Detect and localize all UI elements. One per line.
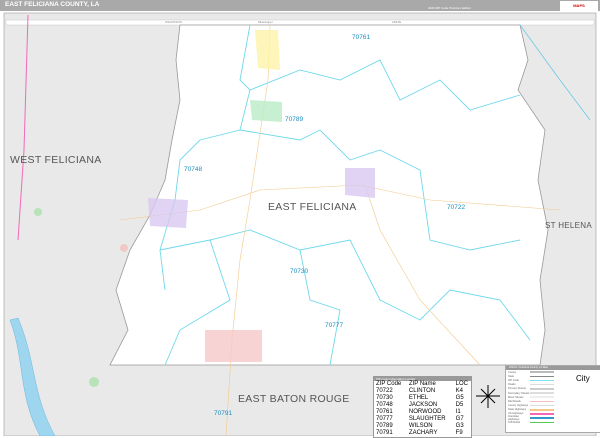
legend-line-swatch: [530, 417, 554, 419]
zip-label: 70722: [447, 204, 466, 211]
legend-item-label: Roads: [508, 383, 516, 387]
legend-line-swatch: [530, 375, 554, 378]
header-cell: LOC: [455, 381, 468, 387]
adjacent-county-amite: AMITE: [392, 20, 402, 24]
zip-label: 70730: [290, 268, 309, 275]
table-row: 70748 JACKSON D5: [374, 402, 471, 409]
legend-line-swatch: [530, 400, 554, 403]
legend-line-swatch: [530, 392, 554, 394]
legend-city-sample: City: [576, 374, 590, 383]
name-cell: SLAUGHTER: [408, 416, 446, 422]
map-legend: 2020 E. Feliciana County, LA Map County S…: [505, 365, 600, 433]
town-wilson: [250, 100, 282, 122]
legend-item: Toll Roads: [506, 420, 600, 424]
zip-cell: 70730: [376, 395, 393, 401]
legend-line-swatch: [530, 409, 554, 411]
zip-cell: 70722: [376, 388, 393, 394]
park-area: [89, 377, 99, 387]
zip-code-table: ZIP Code Information Locator ZIP Code ZI…: [373, 376, 472, 438]
state-line-label: Mississippi: [258, 20, 273, 24]
table-row: 70722 CLINTON K4: [374, 388, 471, 395]
state-strip: [5, 19, 595, 26]
zip-cell: 70748: [376, 402, 393, 408]
zip-cell: 70761: [376, 409, 393, 415]
header-cell: ZIP Name: [408, 381, 436, 387]
zip-cell: 70789: [376, 423, 393, 429]
county-label-st-helena: ST HELENA: [545, 221, 593, 230]
zip-cell: 70777: [376, 416, 393, 422]
legend-line-swatch: [530, 371, 554, 373]
table-row: 70777 SLAUGHTER G7: [374, 416, 471, 423]
zip-label: 70748: [184, 166, 203, 173]
zip-table-header: ZIP Code ZIP Name LOC: [374, 381, 471, 388]
legend-line-swatch: [530, 383, 554, 386]
legend-line-swatch: [530, 396, 554, 398]
legend-item-label: County Highways: [508, 404, 529, 408]
legend-item-label: State: [508, 374, 515, 378]
loc-cell: I1: [455, 409, 461, 415]
table-row: 70730 ETHEL G5: [374, 395, 471, 402]
zip-label: 70789: [285, 116, 304, 123]
zip-label: 70761: [352, 34, 371, 41]
loc-cell: G5: [455, 395, 464, 401]
legend-item-label: Rail Roads: [508, 399, 521, 403]
legend-line-swatch: [530, 404, 554, 407]
park-area: [34, 208, 42, 216]
loc-cell: G3: [455, 423, 464, 429]
legend-line-swatch: [530, 421, 554, 424]
county-label-east-baton-rouge: EAST BATON ROUGE: [238, 393, 350, 405]
loc-cell: D5: [455, 402, 464, 408]
table-row: 70789 WILSON G3: [374, 423, 471, 430]
town-slaughter: [205, 330, 262, 362]
legend-line-swatch: [530, 388, 554, 390]
name-cell: JACKSON: [408, 402, 438, 408]
name-cell: WILSON: [408, 423, 433, 429]
county-label-east-feliciana: EAST FELICIANA: [268, 201, 357, 213]
legend-item-label: Primary Streets: [508, 387, 526, 391]
header-cell: ZIP Code: [376, 381, 402, 387]
zip-label: 70777: [325, 322, 344, 329]
legend-item-label: County: [508, 370, 517, 374]
legend-item-label: ZIP Code: [508, 378, 519, 382]
town-jackson: [148, 198, 188, 228]
legend-item-label: Secondary Streets: [508, 391, 530, 395]
zip-label: 70791: [214, 410, 233, 417]
legend-item-label: State Highways: [508, 408, 527, 412]
county-label-west-feliciana: WEST FELICIANA: [10, 154, 102, 166]
legend-item-label: Minor Streets: [508, 395, 524, 399]
adjacent-county-wilkinson: WILKINSON: [165, 20, 182, 24]
table-row: 70761 NORWOOD I1: [374, 409, 471, 416]
name-cell: CLINTON: [408, 388, 436, 394]
name-cell: NORWOOD: [408, 409, 442, 415]
loc-cell: G7: [455, 416, 464, 422]
town-clinton: [345, 168, 375, 198]
legend-line-swatch: [530, 379, 554, 382]
loc-cell: K4: [455, 388, 463, 394]
name-cell: ETHEL: [408, 395, 429, 401]
park-area: [120, 244, 128, 252]
legend-item-label: Toll Roads: [508, 420, 521, 424]
legend-line-swatch: [530, 413, 554, 415]
town-norwood: [255, 30, 280, 70]
